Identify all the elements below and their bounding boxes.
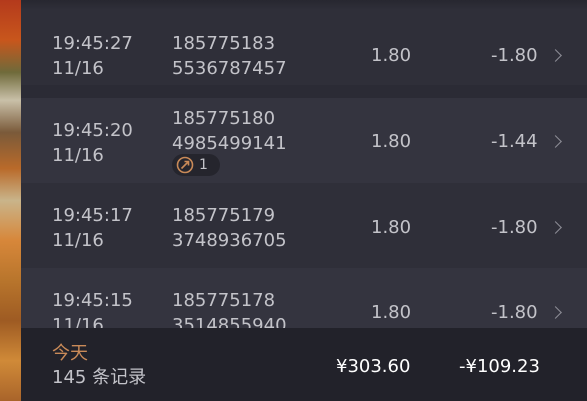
transaction-list[interactable]: 19:45:27 11/16 185775183 5536787457 1.80… — [21, 0, 587, 328]
row-net: -1.80 — [491, 302, 538, 323]
row-date: 11/16 — [52, 58, 104, 79]
row-amount: 1.80 — [371, 217, 412, 238]
list-item[interactable]: 19:45:17 11/16 185775179 3748936705 1.80… — [21, 183, 587, 268]
summary-footer: 今天 145 条记录 ¥303.60 -¥109.23 — [21, 328, 587, 401]
row-amount: 1.80 — [371, 45, 412, 66]
row-id-line2: 3514855940 — [172, 315, 287, 328]
row-id-line1: 185775178 — [172, 290, 276, 311]
row-id-line1: 185775180 — [172, 108, 276, 129]
row-time: 19:45:15 — [52, 290, 133, 311]
row-time: 19:45:17 — [52, 205, 133, 226]
row-time: 19:45:20 — [52, 120, 133, 141]
row-date: 11/16 — [52, 230, 104, 251]
row-net: -1.80 — [491, 45, 538, 66]
chevron-right-icon[interactable] — [549, 135, 562, 148]
list-item[interactable]: 19:45:20 11/16 185775180 4985499141 1 1.… — [21, 98, 587, 183]
row-id-line2: 4985499141 — [172, 133, 287, 154]
row-net: -1.44 — [491, 131, 538, 152]
row-amount: 1.80 — [371, 131, 412, 152]
row-date: 11/16 — [52, 315, 104, 328]
list-item[interactable]: 19:45:27 11/16 185775183 5536787457 1.80… — [21, 0, 587, 85]
row-id-line1: 185775183 — [172, 33, 276, 54]
background-image-strip — [0, 0, 21, 401]
orange-circle-arrow-icon — [176, 156, 194, 174]
chevron-right-icon[interactable] — [549, 49, 562, 62]
period-label: 今天 — [52, 343, 88, 364]
row-id-line2: 3748936705 — [172, 230, 287, 251]
row-id-line2: 5536787457 — [172, 58, 287, 79]
badge-count: 1 — [199, 157, 208, 173]
list-item[interactable]: 19:45:15 11/16 185775178 3514855940 1.80… — [21, 268, 587, 328]
chevron-right-icon[interactable] — [549, 221, 562, 234]
total-amount: ¥303.60 — [336, 356, 411, 377]
row-amount: 1.80 — [371, 302, 412, 323]
referral-badge: 1 — [172, 154, 220, 176]
row-net: -1.80 — [491, 217, 538, 238]
row-id-line1: 185775179 — [172, 205, 276, 226]
row-time: 19:45:27 — [52, 33, 133, 54]
total-net: -¥109.23 — [459, 356, 540, 377]
row-date: 11/16 — [52, 145, 104, 166]
chevron-right-icon[interactable] — [549, 306, 562, 319]
record-count: 145 条记录 — [52, 367, 147, 388]
